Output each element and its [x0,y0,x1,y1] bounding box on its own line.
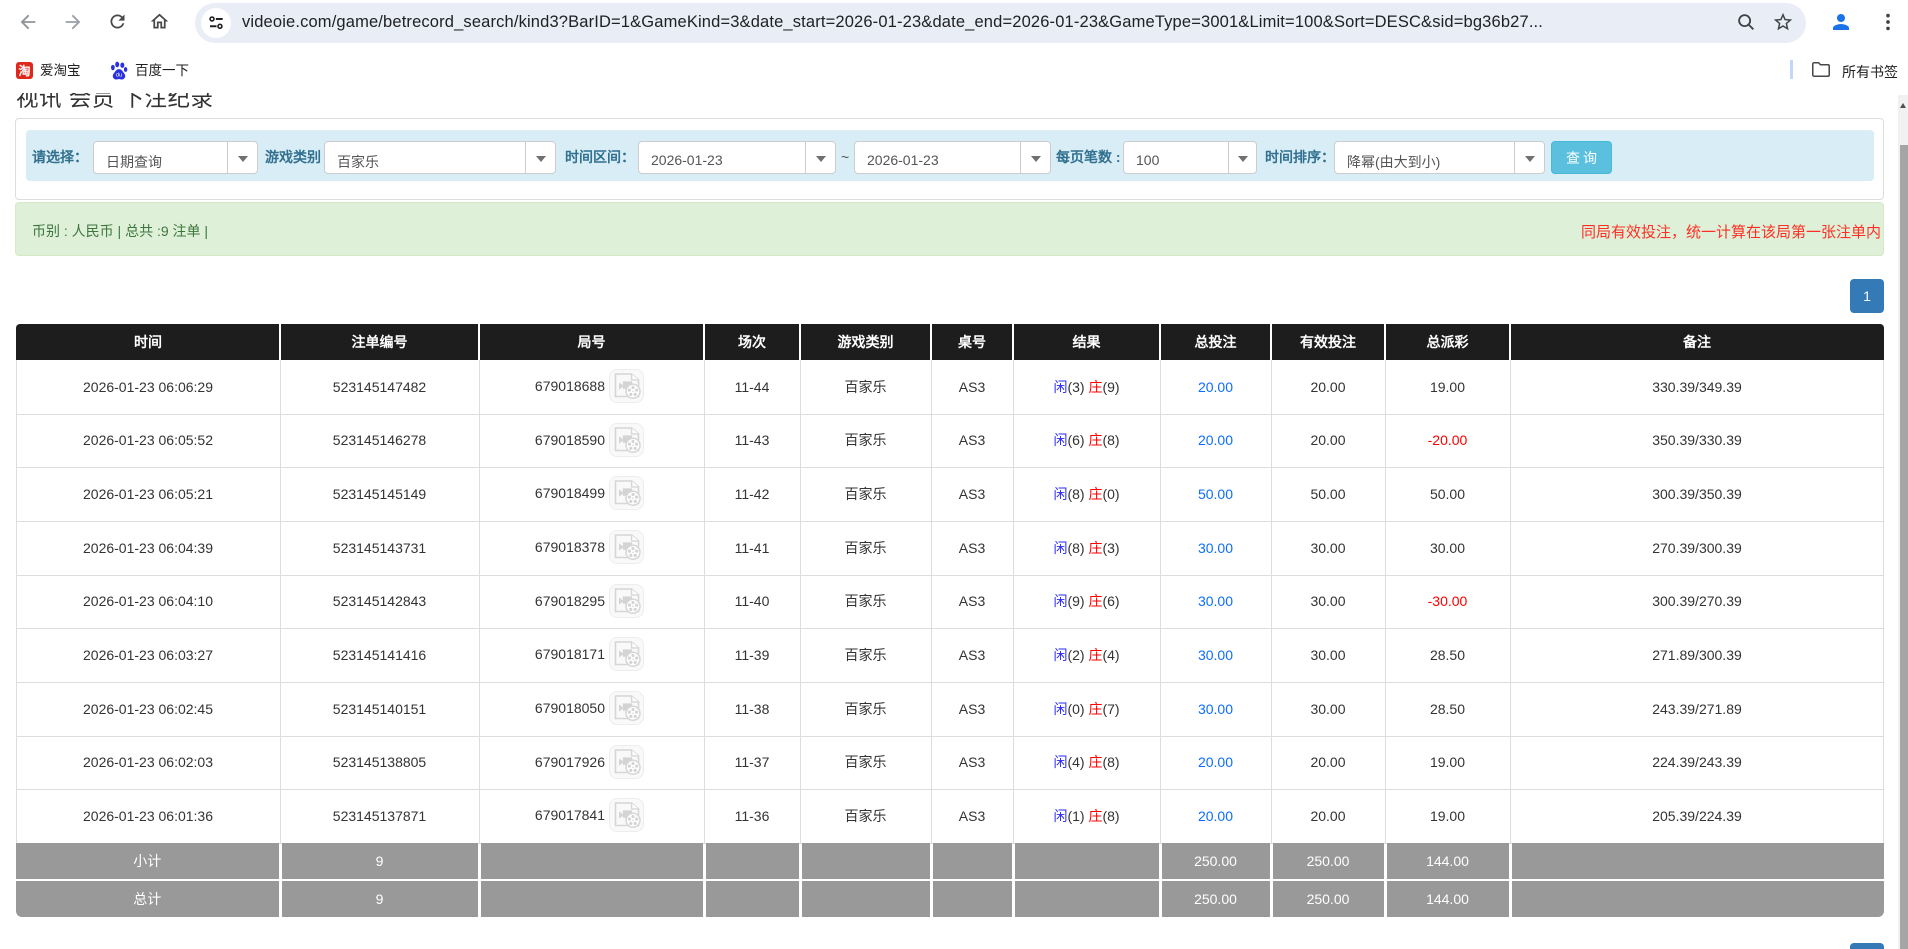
svg-text:du: du [116,73,123,79]
